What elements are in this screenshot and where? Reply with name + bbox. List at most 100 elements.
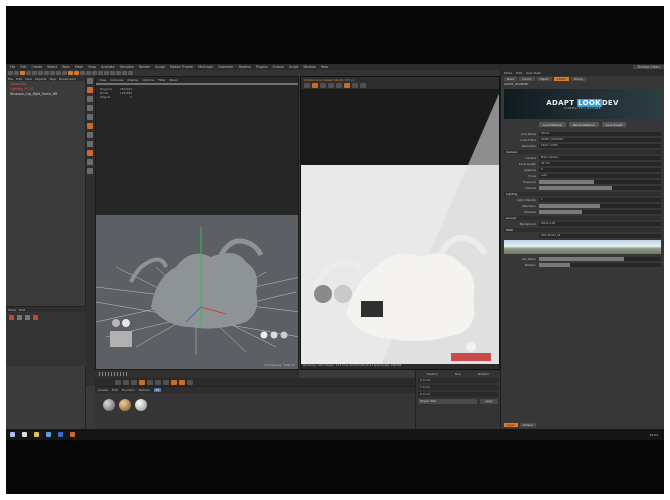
om-bookmarks[interactable]: Bookmarks <box>59 77 76 81</box>
hdri-name-field[interactable]: HDR Studio_04 <box>539 233 661 238</box>
subdivision-icon[interactable] <box>98 71 103 75</box>
start-icon[interactable] <box>10 432 15 437</box>
attr-mode[interactable]: Mode <box>504 71 512 75</box>
layer-render-icon[interactable] <box>33 315 38 320</box>
live-select-icon[interactable] <box>20 71 25 75</box>
om-objects[interactable]: Objects <box>35 77 46 81</box>
sky-power-slider[interactable] <box>539 256 661 261</box>
mat-filter[interactable]: All <box>153 388 162 392</box>
menu-window[interactable]: Window <box>303 65 316 69</box>
attr-user-data[interactable]: User Data <box>526 71 541 75</box>
pick-material-icon[interactable] <box>352 83 358 88</box>
attr-edit[interactable]: Edit <box>516 71 522 75</box>
planar-workplane-icon[interactable] <box>87 168 93 174</box>
mat-create[interactable]: Create <box>98 388 108 392</box>
menu-mograph[interactable]: MoGraph <box>198 65 212 69</box>
menu-select[interactable]: Select <box>47 65 57 69</box>
focus-pick-icon[interactable] <box>360 83 366 88</box>
edges-mode-icon[interactable] <box>87 105 93 111</box>
menu-script[interactable]: Script <box>289 65 298 69</box>
layer-mode[interactable]: Mode <box>8 308 16 312</box>
menu-edit[interactable]: Edit <box>20 65 26 69</box>
model-mode-icon[interactable] <box>87 78 93 84</box>
material-swatch[interactable] <box>103 399 115 411</box>
om-file[interactable]: File <box>8 77 13 81</box>
coord-y-field[interactable]: Y 0 cm <box>418 385 498 390</box>
hdri-preview[interactable] <box>504 240 661 254</box>
tab-adapt[interactable]: ADAPT <box>553 77 569 81</box>
x-axis-icon[interactable] <box>44 71 49 75</box>
look-folder-field[interactable]: ADAPT_LOOKDEV <box>539 137 661 142</box>
tab-octane[interactable]: Octane <box>519 423 536 427</box>
exposure-slider[interactable] <box>539 179 661 184</box>
auto-key-icon[interactable] <box>179 379 185 385</box>
lock-resolution-icon[interactable] <box>344 83 350 88</box>
look-name-field[interactable]: Studio <box>539 131 661 136</box>
rotation-slider[interactable] <box>539 262 661 267</box>
focus-field[interactable]: Auto <box>539 173 661 178</box>
coord-z-field[interactable]: Z 0 cm <box>418 392 498 397</box>
menu-file[interactable]: File <box>10 65 15 69</box>
object-row[interactable]: Dinosaur_Grp_Fight_Scene_HR <box>6 91 85 96</box>
coord-mode-dropdown[interactable]: Object (Rel) <box>418 399 477 404</box>
layer-color-icon[interactable] <box>9 315 14 320</box>
deformer-icon[interactable] <box>110 71 115 75</box>
cinema4d-icon[interactable] <box>58 432 63 437</box>
search-icon[interactable] <box>22 432 27 437</box>
menu-plugins[interactable]: Plugins <box>256 65 267 69</box>
go-to-start-icon[interactable] <box>115 379 121 385</box>
render-settings-icon[interactable] <box>80 71 85 75</box>
section-lighting[interactable]: Lighting <box>504 192 661 196</box>
points-mode-icon[interactable] <box>87 96 93 102</box>
browser-icon[interactable] <box>46 432 51 437</box>
layout-selector[interactable]: Startup (User) <box>633 65 664 69</box>
gamma-slider[interactable] <box>539 185 661 190</box>
render-view-icon[interactable] <box>68 71 73 75</box>
restart-render-icon[interactable] <box>312 83 318 88</box>
layer-edit[interactable]: Edit <box>19 308 25 312</box>
menu-mesh[interactable]: Mesh <box>75 65 83 69</box>
coord-system-icon[interactable] <box>62 71 67 75</box>
menu-help[interactable]: Help <box>321 65 328 69</box>
tweak-mode-icon[interactable] <box>87 132 93 138</box>
menu-motion-tracker[interactable]: Motion Tracker <box>170 65 193 69</box>
go-to-end-icon[interactable] <box>163 379 169 385</box>
focal-length-field[interactable]: 36 mm <box>539 161 661 166</box>
timeline-ruler[interactable] <box>95 370 299 378</box>
perspective-viewport[interactable]: View Cameras Display Options Filter Pane… <box>95 76 299 370</box>
light-icon[interactable] <box>128 71 133 75</box>
om-edit[interactable]: Edit <box>16 77 22 81</box>
section-ground[interactable]: Ground <box>504 216 661 220</box>
locked-workplane-icon[interactable] <box>87 159 93 165</box>
octane-icon[interactable] <box>70 432 75 437</box>
render-picture-viewer-icon[interactable] <box>74 71 79 75</box>
layer-solo-icon[interactable] <box>17 315 22 320</box>
save-image-icon[interactable] <box>336 83 342 88</box>
light-intensity-field[interactable]: 1 <box>539 197 661 202</box>
material-swatch[interactable] <box>119 399 131 411</box>
next-key-icon[interactable] <box>155 379 161 385</box>
material-swatch[interactable] <box>135 399 147 411</box>
tab-basic[interactable]: Basic <box>504 77 518 81</box>
menu-character[interactable]: Character <box>218 65 234 69</box>
save-preset-button[interactable]: Save Preset <box>601 122 627 127</box>
shadows-slider[interactable] <box>539 209 661 214</box>
mat-texture[interactable]: Texture <box>139 388 150 392</box>
keyframe-selection-icon[interactable] <box>187 379 193 385</box>
om-tags[interactable]: Tags <box>49 77 56 81</box>
menu-create[interactable]: Create <box>32 65 43 69</box>
menu-simulate[interactable]: Simulate <box>120 65 134 69</box>
menu-animate[interactable]: Animate <box>101 65 114 69</box>
axis-mode-icon[interactable] <box>87 123 93 129</box>
redo-icon[interactable] <box>14 71 19 75</box>
pause-render-icon[interactable] <box>320 83 326 88</box>
menu-pipeline[interactable]: Pipeline <box>239 65 251 69</box>
resolution-field[interactable]: 1920 x 1080 <box>539 143 661 148</box>
previous-frame-icon[interactable] <box>131 379 137 385</box>
y-axis-icon[interactable] <box>50 71 55 75</box>
mat-edit[interactable]: Edit <box>112 388 118 392</box>
background-field[interactable]: White 1.00 <box>539 221 661 226</box>
mat-function[interactable]: Function <box>122 388 135 392</box>
menu-octane[interactable]: Octane <box>273 65 284 69</box>
polygons-mode-icon[interactable] <box>87 114 93 120</box>
